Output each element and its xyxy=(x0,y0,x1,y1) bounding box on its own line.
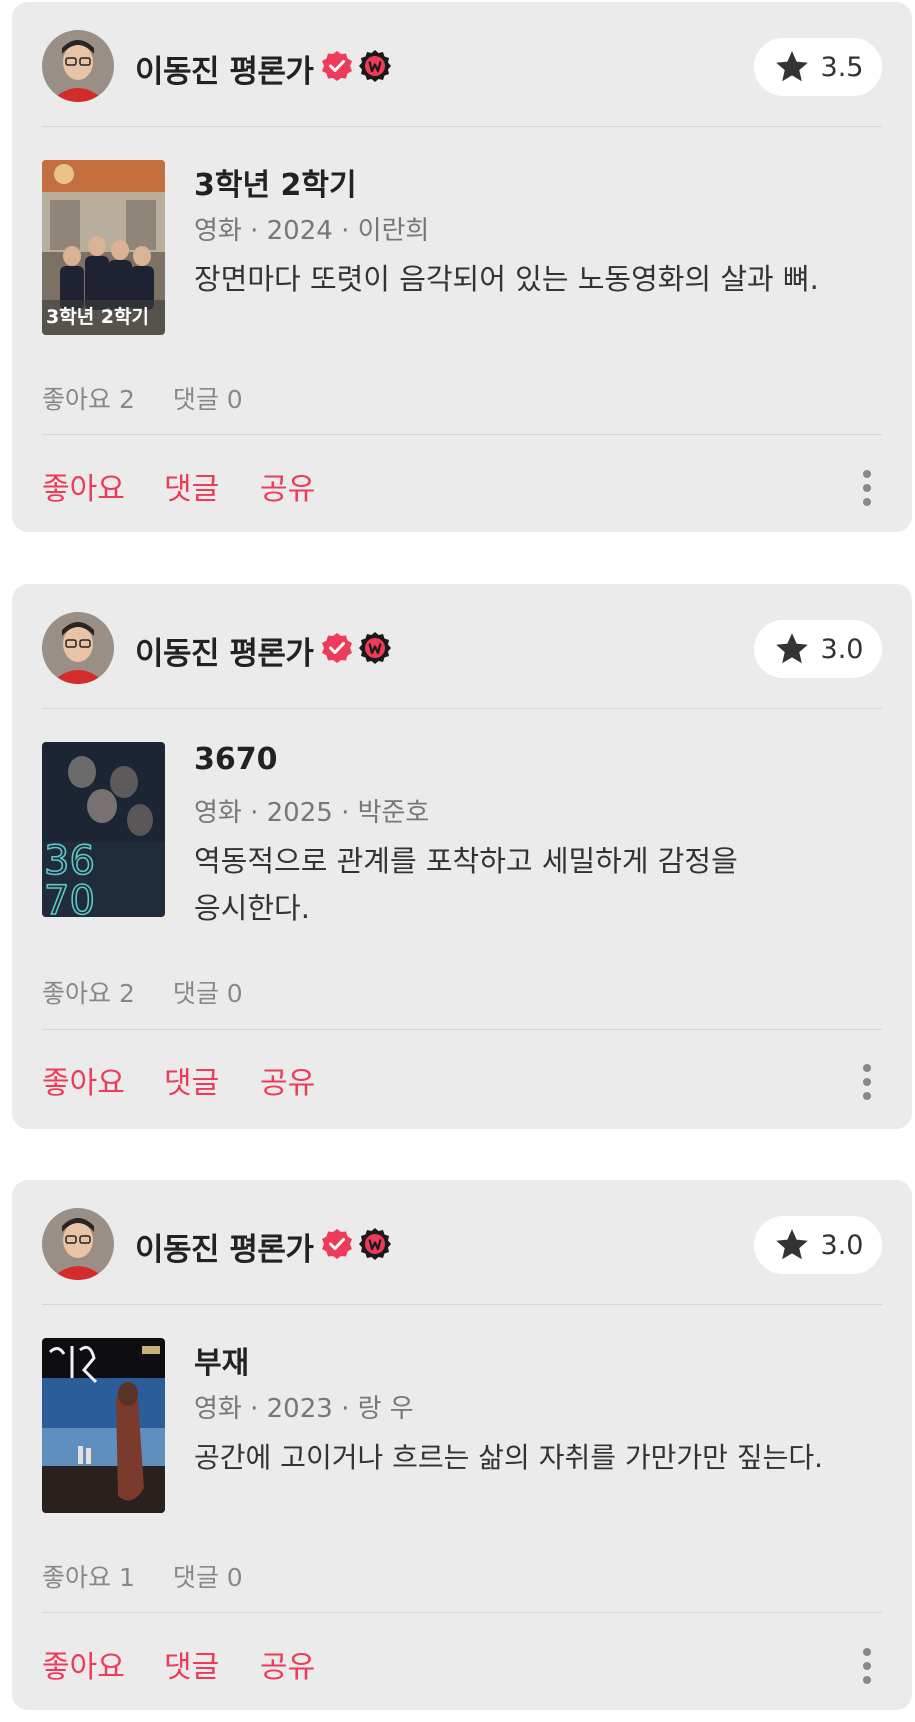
comment-button[interactable]: 댓글 xyxy=(164,1058,219,1102)
comment-button[interactable]: 댓글 xyxy=(164,1642,219,1686)
review-card[interactable]: 이동진 평론가 3.0 36 70 3670 영화 · 2025 · 박준호 역… xyxy=(12,584,912,1129)
movie-meta: 영화 · 2025 · 박준호 xyxy=(194,798,430,828)
rating-pill: 3.5 xyxy=(754,38,882,96)
like-count: 좋아요 1 xyxy=(42,1563,135,1592)
movie-poster[interactable]: 3학년 2학기 xyxy=(42,160,165,335)
poster-title-text: 3학년 2학기 xyxy=(46,306,149,328)
verified-check-icon xyxy=(322,1229,352,1259)
share-button[interactable]: 공유 xyxy=(260,1642,315,1686)
avatar[interactable] xyxy=(42,612,114,684)
divider xyxy=(42,708,882,709)
watcha-w-icon xyxy=(359,1228,391,1260)
rating-value: 3.0 xyxy=(820,633,864,665)
movie-title[interactable]: 3학년 2학기 xyxy=(194,160,357,204)
review-comment[interactable]: 공간에 고이거나 흐르는 삶의 자취를 가만가만 짚는다. xyxy=(194,1434,894,1481)
movie-poster[interactable] xyxy=(42,1338,165,1513)
review-card[interactable]: 이동진 평론가 3.5 3학년 2학기 3학년 2학기 영화 · 2024 · … xyxy=(12,2,912,532)
comment-count: 댓글 0 xyxy=(172,979,243,1008)
verified-check-icon xyxy=(322,51,352,81)
reviewer-badges xyxy=(320,49,392,83)
review-stats: 좋아요 2 댓글 0 xyxy=(42,380,243,416)
review-stats: 좋아요 1 댓글 0 xyxy=(42,1558,243,1594)
review-stats: 좋아요 2 댓글 0 xyxy=(42,974,243,1010)
watcha-w-icon xyxy=(359,50,391,82)
share-button[interactable]: 공유 xyxy=(260,464,315,508)
review-comment[interactable]: 역동적으로 관계를 포착하고 세밀하게 감정을 응시한다. xyxy=(194,838,764,932)
like-button[interactable]: 좋아요 xyxy=(42,1642,125,1686)
divider xyxy=(42,1612,882,1613)
comment-button[interactable]: 댓글 xyxy=(164,464,219,508)
more-vertical-icon[interactable] xyxy=(862,1646,872,1686)
divider xyxy=(42,434,882,435)
like-count: 좋아요 2 xyxy=(42,979,135,1008)
review-header: 이동진 평론가 3.0 xyxy=(42,1208,882,1280)
rating-pill: 3.0 xyxy=(754,620,882,678)
movie-title[interactable]: 부재 xyxy=(194,1338,249,1382)
movie-meta: 영화 · 2024 · 이란희 xyxy=(194,216,430,246)
reviewer-name[interactable]: 이동진 평론가 xyxy=(135,628,314,673)
like-count: 좋아요 2 xyxy=(42,385,135,414)
like-button[interactable]: 좋아요 xyxy=(42,464,125,508)
divider xyxy=(42,1029,882,1030)
movie-meta: 영화 · 2023 · 랑 우 xyxy=(194,1394,414,1424)
more-vertical-icon[interactable] xyxy=(862,1062,872,1102)
poster-number-bottom: 70 xyxy=(44,878,95,917)
avatar[interactable] xyxy=(42,30,114,102)
review-card[interactable]: 이동진 평론가 3.0 부재 영화 · 2023 · 랑 우 공간에 고이거나 … xyxy=(12,1180,912,1710)
comment-count: 댓글 0 xyxy=(172,1563,243,1592)
watcha-w-icon xyxy=(359,632,391,664)
star-icon xyxy=(775,1229,808,1260)
rating-value: 3.0 xyxy=(820,1229,864,1261)
movie-poster[interactable]: 36 70 xyxy=(42,742,165,917)
review-actions: 좋아요 댓글 공유 xyxy=(42,464,882,514)
rating-pill: 3.0 xyxy=(754,1216,882,1274)
reviewer-name[interactable]: 이동진 평론가 xyxy=(135,1224,314,1269)
like-button[interactable]: 좋아요 xyxy=(42,1058,125,1102)
review-header: 이동진 평론가 3.5 xyxy=(42,30,882,102)
review-header: 이동진 평론가 3.0 xyxy=(42,612,882,684)
reviewer-name[interactable]: 이동진 평론가 xyxy=(135,46,314,91)
rating-value: 3.5 xyxy=(820,51,864,83)
comment-count: 댓글 0 xyxy=(172,385,243,414)
star-icon xyxy=(775,633,808,664)
reviewer-badges xyxy=(320,631,392,665)
avatar[interactable] xyxy=(42,1208,114,1280)
share-button[interactable]: 공유 xyxy=(260,1058,315,1102)
review-comment[interactable]: 장면마다 또렷이 음각되어 있는 노동영화의 살과 뼈. xyxy=(194,256,894,303)
divider xyxy=(42,126,882,127)
reviewer-badges xyxy=(320,1227,392,1261)
more-vertical-icon[interactable] xyxy=(862,468,872,508)
movie-title[interactable]: 3670 xyxy=(194,742,278,777)
verified-check-icon xyxy=(322,633,352,663)
review-actions: 좋아요 댓글 공유 xyxy=(42,1642,882,1692)
star-icon xyxy=(775,51,808,82)
divider xyxy=(42,1304,882,1305)
review-actions: 좋아요 댓글 공유 xyxy=(42,1058,882,1108)
